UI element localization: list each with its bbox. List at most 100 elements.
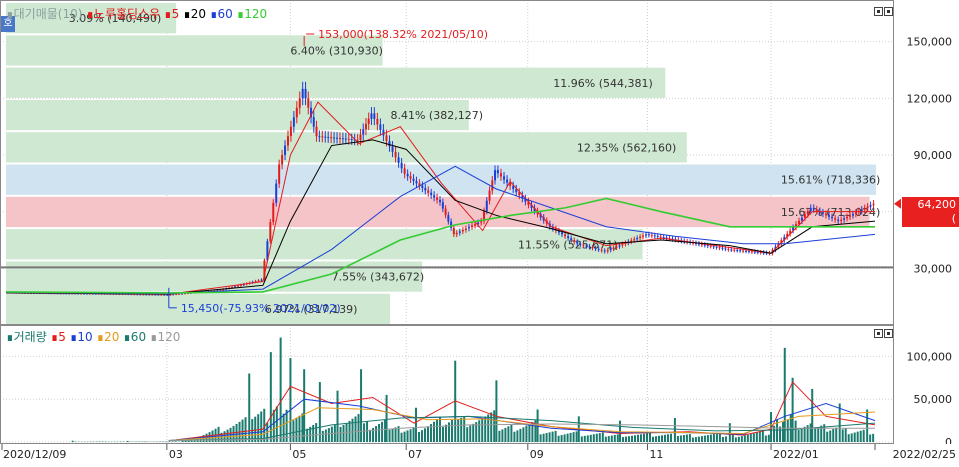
- legend-ma5[interactable]: ∎5: [164, 7, 179, 21]
- candle-body: [745, 251, 747, 252]
- candle-body: [739, 250, 741, 251]
- candle-body: [825, 214, 827, 215]
- price-pane-close-button[interactable]: [884, 7, 893, 16]
- volume-bar: [337, 391, 339, 442]
- candle-body: [500, 173, 502, 176]
- candle-body: [834, 218, 836, 219]
- candle-body: [807, 211, 809, 214]
- volume-bar: [175, 441, 177, 442]
- legend-vol-ma20[interactable]: ∎20: [96, 330, 119, 344]
- volume-bar: [649, 433, 651, 442]
- volume-bar: [622, 437, 624, 442]
- volume-pane-close-button[interactable]: [884, 329, 893, 338]
- supply-zone-label: 8.41% (382,127): [390, 109, 483, 122]
- volume-bar: [732, 434, 734, 442]
- legend-supply-label[interactable]: ∎대기매물(10): [6, 7, 82, 21]
- candle-body: [710, 246, 712, 247]
- volume-bar: [664, 435, 666, 442]
- candle-body: [582, 245, 584, 246]
- legend-ma60[interactable]: ∎60: [210, 7, 233, 21]
- candle-body: [751, 251, 753, 252]
- volume-bar: [401, 433, 403, 442]
- volume-bar: [273, 410, 275, 442]
- volume-bar: [845, 428, 847, 442]
- candle-body: [278, 164, 280, 183]
- volume-pane-maximize-button[interactable]: [874, 329, 883, 338]
- volume-bar: [584, 436, 586, 442]
- volume-bar: [704, 436, 706, 442]
- candle-body: [333, 137, 335, 138]
- volume-bar: [756, 433, 758, 442]
- candle-body: [704, 245, 706, 246]
- supply-zone-label: 15.67% (713,024): [781, 206, 881, 219]
- volume-bar: [801, 428, 803, 442]
- legend-vol-ma5[interactable]: ∎5: [51, 330, 66, 344]
- candle-body: [657, 236, 659, 237]
- supply-zone-label: 7.55% (343,672): [332, 271, 425, 284]
- volume-bar: [552, 432, 554, 442]
- volume-bar: [404, 432, 406, 442]
- candle-body: [157, 295, 159, 296]
- volume-bar: [596, 434, 598, 442]
- volume-bar: [407, 430, 409, 442]
- price-y-tick: 150,000: [907, 36, 953, 49]
- volume-bar: [366, 421, 368, 442]
- volume-bar: [643, 434, 645, 442]
- legend-vol-ma10[interactable]: ∎10: [70, 330, 93, 344]
- volume-bar: [546, 433, 548, 442]
- candle-body: [757, 252, 759, 253]
- legend-ma20[interactable]: ∎20: [183, 7, 206, 21]
- volume-bar: [513, 432, 515, 442]
- volume-bar: [248, 374, 250, 442]
- volume-bar: [421, 430, 423, 442]
- candle-body: [595, 248, 597, 249]
- date-axis: 2020/12/0903050709112022/012022/02/25: [0, 444, 959, 464]
- legend-ma120[interactable]: ∎120: [237, 7, 268, 21]
- volume-bar: [484, 416, 486, 442]
- candle-body: [327, 137, 329, 138]
- price-pane-maximize-button[interactable]: [874, 7, 883, 16]
- candle-body: [178, 294, 180, 295]
- legend-vol-ma120[interactable]: ∎120: [150, 330, 181, 344]
- candle-body: [382, 130, 384, 135]
- candle-body: [445, 209, 447, 215]
- candle-body: [579, 244, 581, 245]
- volume-bar: [765, 436, 767, 442]
- candle-body: [567, 236, 569, 238]
- volume-bar: [738, 437, 740, 442]
- volume-bar: [298, 416, 300, 442]
- volume-bar: [301, 413, 303, 442]
- price-axis-pane: 150,000120,00090,00060,00030,000: [894, 0, 959, 325]
- volume-bar: [655, 436, 657, 442]
- volume-bar: [418, 432, 420, 442]
- price-y-axis: 150,000120,00090,00060,00030,000: [894, 0, 959, 325]
- candle-body: [873, 204, 875, 205]
- volume-bar: [343, 425, 345, 442]
- candle-body: [302, 89, 304, 98]
- volume-bar: [448, 422, 450, 442]
- candle-body: [486, 201, 488, 211]
- volume-bar: [869, 434, 871, 442]
- date-tick-label: 09: [530, 448, 544, 461]
- volume-bar: [169, 441, 171, 442]
- volume-bar: [848, 434, 850, 442]
- volume-bar: [72, 441, 74, 442]
- legend-volume-label[interactable]: ∎거래량: [6, 330, 47, 344]
- volume-bar: [166, 441, 168, 442]
- candle-body: [849, 215, 851, 216]
- candle-body: [654, 235, 656, 236]
- legend-vol-ma60[interactable]: ∎60: [123, 330, 146, 344]
- volume-bar: [719, 433, 721, 442]
- volume-bar: [637, 435, 639, 442]
- volume-bar: [768, 435, 770, 442]
- volume-bar: [593, 434, 595, 442]
- volume-bar: [270, 352, 272, 442]
- candle-body: [707, 245, 709, 246]
- volume-bar: [415, 408, 417, 442]
- candle-body: [512, 186, 514, 189]
- candle-body: [290, 127, 292, 136]
- candle-body: [284, 146, 286, 155]
- legend-series-label[interactable]: ∎노루홀딩스우: [86, 7, 160, 21]
- volume-bar: [172, 441, 174, 442]
- candle-body: [379, 124, 381, 129]
